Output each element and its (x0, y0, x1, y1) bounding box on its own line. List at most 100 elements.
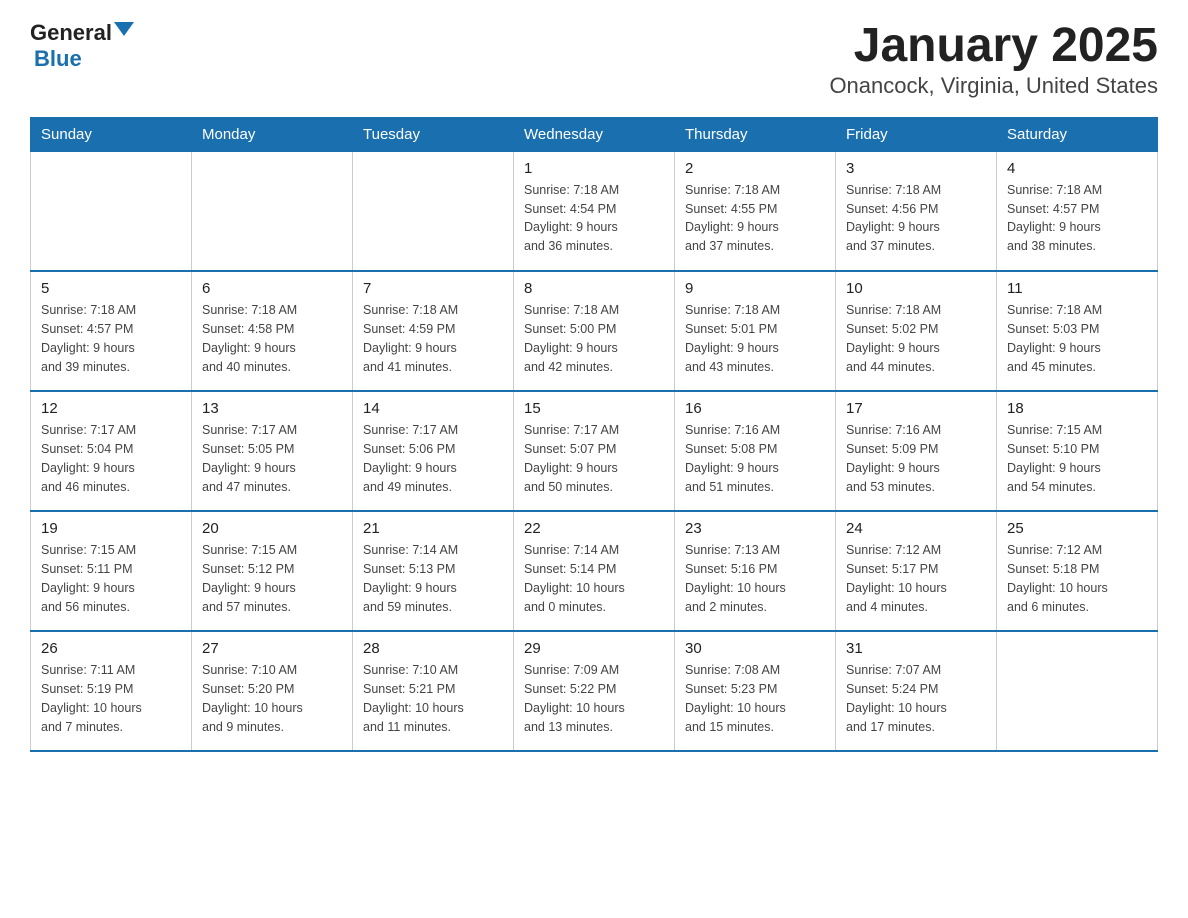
calendar-week-row: 12 Sunrise: 7:17 AM Sunset: 5:04 PM Dayli… (31, 391, 1158, 511)
day-number: 13 (202, 400, 342, 417)
day-number: 17 (846, 400, 986, 417)
calendar-day-cell: 16 Sunrise: 7:16 AM Sunset: 5:08 PM Dayli… (675, 391, 836, 511)
day-number: 1 (524, 160, 664, 177)
calendar-weekday-header: Friday (836, 117, 997, 151)
day-number: 5 (41, 280, 181, 297)
day-number: 19 (41, 520, 181, 537)
day-info: Sunrise: 7:14 AM Sunset: 5:14 PM Dayligh… (524, 541, 664, 616)
calendar-day-cell: 12 Sunrise: 7:17 AM Sunset: 5:04 PM Dayli… (31, 391, 192, 511)
calendar-weekday-header: Tuesday (353, 117, 514, 151)
calendar-day-cell: 23 Sunrise: 7:13 AM Sunset: 5:16 PM Dayli… (675, 511, 836, 631)
day-number: 2 (685, 160, 825, 177)
day-info: Sunrise: 7:15 AM Sunset: 5:10 PM Dayligh… (1007, 421, 1147, 496)
day-info: Sunrise: 7:18 AM Sunset: 5:02 PM Dayligh… (846, 301, 986, 376)
calendar-day-cell: 21Sunrise: 7:14 AM Sunset: 5:13 PM Dayli… (353, 511, 514, 631)
calendar-day-cell: 25Sunrise: 7:12 AM Sunset: 5:18 PM Dayli… (997, 511, 1158, 631)
calendar-day-cell: 14Sunrise: 7:17 AM Sunset: 5:06 PM Dayli… (353, 391, 514, 511)
day-number: 9 (685, 280, 825, 297)
day-info: Sunrise: 7:18 AM Sunset: 4:56 PM Dayligh… (846, 181, 986, 256)
day-number: 12 (41, 400, 181, 417)
logo-triangle-icon (114, 22, 134, 36)
calendar-day-cell: 5 Sunrise: 7:18 AM Sunset: 4:57 PM Daylig… (31, 271, 192, 391)
calendar-day-cell: 30 Sunrise: 7:08 AM Sunset: 5:23 PM Dayli… (675, 631, 836, 751)
day-number: 23 (685, 520, 825, 537)
day-number: 30 (685, 640, 825, 657)
calendar-header-row: SundayMondayTuesdayWednesdayThursdayFrid… (31, 117, 1158, 151)
calendar-day-cell: 22 Sunrise: 7:14 AM Sunset: 5:14 PM Dayli… (514, 511, 675, 631)
calendar-day-cell: 13 Sunrise: 7:17 AM Sunset: 5:05 PM Dayli… (192, 391, 353, 511)
calendar-day-cell: 10Sunrise: 7:18 AM Sunset: 5:02 PM Dayli… (836, 271, 997, 391)
calendar-day-cell (31, 151, 192, 271)
day-info: Sunrise: 7:15 AM Sunset: 5:12 PM Dayligh… (202, 541, 342, 616)
calendar-day-cell: 6 Sunrise: 7:18 AM Sunset: 4:58 PM Daylig… (192, 271, 353, 391)
calendar-weekday-header: Thursday (675, 117, 836, 151)
day-number: 22 (524, 520, 664, 537)
calendar-day-cell: 3 Sunrise: 7:18 AM Sunset: 4:56 PM Daylig… (836, 151, 997, 271)
logo: General Blue (30, 20, 134, 72)
calendar-day-cell (192, 151, 353, 271)
calendar-table: SundayMondayTuesdayWednesdayThursdayFrid… (30, 117, 1158, 753)
title-block: January 2025 Onancock, Virginia, United … (829, 20, 1158, 99)
day-info: Sunrise: 7:12 AM Sunset: 5:17 PM Dayligh… (846, 541, 986, 616)
day-number: 18 (1007, 400, 1147, 417)
calendar-day-cell: 20 Sunrise: 7:15 AM Sunset: 5:12 PM Dayli… (192, 511, 353, 631)
calendar-week-row: 26 Sunrise: 7:11 AM Sunset: 5:19 PM Dayli… (31, 631, 1158, 751)
day-info: Sunrise: 7:11 AM Sunset: 5:19 PM Dayligh… (41, 661, 181, 736)
day-info: Sunrise: 7:07 AM Sunset: 5:24 PM Dayligh… (846, 661, 986, 736)
day-info: Sunrise: 7:08 AM Sunset: 5:23 PM Dayligh… (685, 661, 825, 736)
calendar-week-row: 5 Sunrise: 7:18 AM Sunset: 4:57 PM Daylig… (31, 271, 1158, 391)
calendar-day-cell: 8 Sunrise: 7:18 AM Sunset: 5:00 PM Daylig… (514, 271, 675, 391)
day-number: 27 (202, 640, 342, 657)
calendar-day-cell: 1 Sunrise: 7:18 AM Sunset: 4:54 PM Daylig… (514, 151, 675, 271)
day-number: 16 (685, 400, 825, 417)
day-number: 29 (524, 640, 664, 657)
day-info: Sunrise: 7:10 AM Sunset: 5:21 PM Dayligh… (363, 661, 503, 736)
calendar-day-cell: 19Sunrise: 7:15 AM Sunset: 5:11 PM Dayli… (31, 511, 192, 631)
logo-text-general: General (30, 20, 112, 46)
day-info: Sunrise: 7:10 AM Sunset: 5:20 PM Dayligh… (202, 661, 342, 736)
day-info: Sunrise: 7:18 AM Sunset: 4:57 PM Dayligh… (41, 301, 181, 376)
calendar-day-cell (353, 151, 514, 271)
day-number: 20 (202, 520, 342, 537)
day-info: Sunrise: 7:17 AM Sunset: 5:04 PM Dayligh… (41, 421, 181, 496)
day-number: 3 (846, 160, 986, 177)
calendar-weekday-header: Wednesday (514, 117, 675, 151)
calendar-week-row: 19Sunrise: 7:15 AM Sunset: 5:11 PM Dayli… (31, 511, 1158, 631)
day-number: 8 (524, 280, 664, 297)
page-subtitle: Onancock, Virginia, United States (829, 73, 1158, 99)
calendar-day-cell: 29 Sunrise: 7:09 AM Sunset: 5:22 PM Dayli… (514, 631, 675, 751)
day-info: Sunrise: 7:16 AM Sunset: 5:08 PM Dayligh… (685, 421, 825, 496)
day-info: Sunrise: 7:17 AM Sunset: 5:06 PM Dayligh… (363, 421, 503, 496)
calendar-week-row: 1 Sunrise: 7:18 AM Sunset: 4:54 PM Daylig… (31, 151, 1158, 271)
calendar-day-cell: 24 Sunrise: 7:12 AM Sunset: 5:17 PM Dayli… (836, 511, 997, 631)
day-info: Sunrise: 7:16 AM Sunset: 5:09 PM Dayligh… (846, 421, 986, 496)
day-info: Sunrise: 7:13 AM Sunset: 5:16 PM Dayligh… (685, 541, 825, 616)
day-number: 15 (524, 400, 664, 417)
day-number: 31 (846, 640, 986, 657)
calendar-day-cell: 28 Sunrise: 7:10 AM Sunset: 5:21 PM Dayli… (353, 631, 514, 751)
day-number: 28 (363, 640, 503, 657)
day-info: Sunrise: 7:09 AM Sunset: 5:22 PM Dayligh… (524, 661, 664, 736)
calendar-day-cell: 31 Sunrise: 7:07 AM Sunset: 5:24 PM Dayli… (836, 631, 997, 751)
day-number: 26 (41, 640, 181, 657)
calendar-weekday-header: Sunday (31, 117, 192, 151)
day-number: 11 (1007, 280, 1147, 297)
day-info: Sunrise: 7:18 AM Sunset: 5:03 PM Dayligh… (1007, 301, 1147, 376)
calendar-day-cell: 26 Sunrise: 7:11 AM Sunset: 5:19 PM Dayli… (31, 631, 192, 751)
day-info: Sunrise: 7:18 AM Sunset: 5:00 PM Dayligh… (524, 301, 664, 376)
day-number: 6 (202, 280, 342, 297)
calendar-day-cell: 7Sunrise: 7:18 AM Sunset: 4:59 PM Daylig… (353, 271, 514, 391)
day-number: 4 (1007, 160, 1147, 177)
day-info: Sunrise: 7:18 AM Sunset: 4:59 PM Dayligh… (363, 301, 503, 376)
day-info: Sunrise: 7:18 AM Sunset: 4:55 PM Dayligh… (685, 181, 825, 256)
day-info: Sunrise: 7:17 AM Sunset: 5:05 PM Dayligh… (202, 421, 342, 496)
day-info: Sunrise: 7:17 AM Sunset: 5:07 PM Dayligh… (524, 421, 664, 496)
calendar-day-cell: 9Sunrise: 7:18 AM Sunset: 5:01 PM Daylig… (675, 271, 836, 391)
day-number: 24 (846, 520, 986, 537)
calendar-day-cell: 11 Sunrise: 7:18 AM Sunset: 5:03 PM Dayli… (997, 271, 1158, 391)
day-info: Sunrise: 7:14 AM Sunset: 5:13 PM Dayligh… (363, 541, 503, 616)
calendar-weekday-header: Monday (192, 117, 353, 151)
day-info: Sunrise: 7:18 AM Sunset: 4:54 PM Dayligh… (524, 181, 664, 256)
calendar-weekday-header: Saturday (997, 117, 1158, 151)
day-info: Sunrise: 7:18 AM Sunset: 4:58 PM Dayligh… (202, 301, 342, 376)
